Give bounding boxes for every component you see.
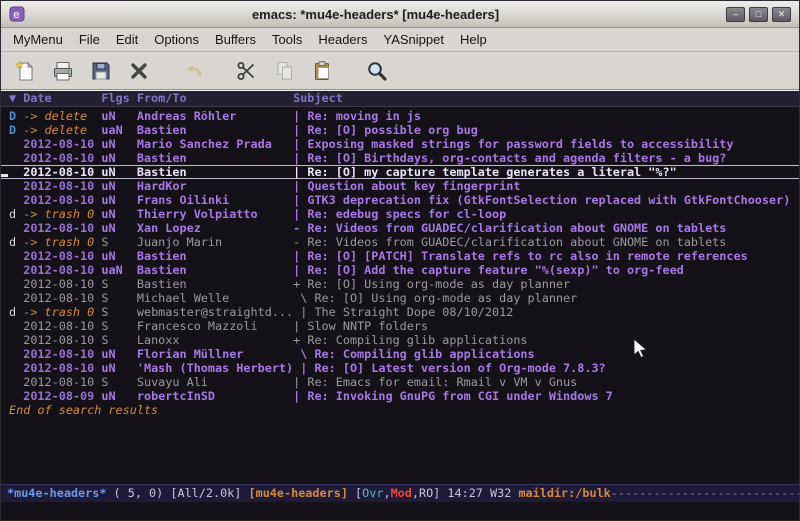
- headers-header-line[interactable]: ▼ Date Flgs From/To Subject: [1, 91, 799, 107]
- paste-button[interactable]: [307, 56, 339, 86]
- message-row[interactable]: 2012-08-10 uN 'Mash (Thomas Herbert) | R…: [1, 361, 799, 375]
- message-row[interactable]: d -> trash 0 uN Thierry Volpiatto | Re: …: [1, 207, 799, 221]
- mode-line-segment: *mu4e-headers*: [7, 486, 106, 500]
- new-file-button[interactable]: [9, 56, 41, 86]
- message-row[interactable]: D -> delete uN Andreas Röhler | Re: movi…: [1, 109, 799, 123]
- window-buttons: –□ ✕: [726, 7, 791, 22]
- menu-help[interactable]: Help: [452, 30, 495, 49]
- menu-yasnippet[interactable]: YASnippet: [375, 30, 451, 49]
- save-button[interactable]: [85, 56, 117, 86]
- mode-line-segment: Mod: [391, 486, 412, 500]
- message-row[interactable]: D -> delete uaN Bastien | Re: [O] possib…: [1, 123, 799, 137]
- undo-button[interactable]: [177, 56, 209, 86]
- menu-headers[interactable]: Headers: [310, 30, 375, 49]
- mode-line-segment: ----------------------------------------…: [611, 486, 799, 500]
- copy-icon: [274, 60, 296, 82]
- menu-mymenu[interactable]: MyMenu: [5, 30, 71, 49]
- mode-line: *mu4e-headers* ( 5, 0) [All/2.0k] [mu4e-…: [1, 484, 799, 502]
- message-row[interactable]: 2012-08-10 S Francesco Mazzoli | Slow NN…: [1, 319, 799, 333]
- undo-icon: [182, 60, 204, 82]
- copy-button[interactable]: [269, 56, 301, 86]
- window-icon: e: [9, 6, 25, 22]
- message-row[interactable]: 2012-08-10 uN Frans Oilinki | GTK3 depre…: [1, 193, 799, 207]
- menu-edit[interactable]: Edit: [108, 30, 146, 49]
- end-of-search-results: End of search results: [1, 403, 799, 417]
- screen: e emacs: *mu4e-headers* [mu4e-headers] –…: [0, 0, 800, 521]
- mode-line-segment: [: [348, 486, 362, 500]
- search-button[interactable]: [361, 56, 393, 86]
- svg-text:e: e: [13, 9, 19, 21]
- new-file-icon: [14, 60, 36, 82]
- mode-line-segment: ,RO]: [412, 486, 440, 500]
- message-row[interactable]: d -> trash 0 S webmaster@straightd... | …: [1, 305, 799, 319]
- message-row[interactable]: 2012-08-10 S Michael Welle \ Re: [O] Usi…: [1, 291, 799, 305]
- mode-line-segment: ( 5, 0) [All/2.0k]: [106, 486, 248, 500]
- emacs-frame: ▼ Date Flgs From/To Subject D -> delete …: [1, 90, 799, 520]
- message-row[interactable]: 2012-08-10 uN Bastien | Re: [O] [PATCH] …: [1, 249, 799, 263]
- message-row[interactable]: 2012-08-10 uN Florian Müllner \ Re: Comp…: [1, 347, 799, 361]
- message-row[interactable]: 2012-08-10 S Lanoxx + Re: Compiling glib…: [1, 333, 799, 347]
- message-row[interactable]: 2012-08-10 S Bastien + Re: [O] Using org…: [1, 277, 799, 291]
- mode-line-segment: maildir:/bulk: [518, 486, 610, 500]
- message-row[interactable]: 2012-08-10 uN HardKor | Question about k…: [1, 179, 799, 193]
- menu-bar: MyMenuFileEditOptionsBuffersToolsHeaders…: [1, 28, 799, 52]
- message-row[interactable]: 2012-08-10 S Suvayu Ali | Re: Emacs for …: [1, 375, 799, 389]
- message-row[interactable]: 2012-08-10 uN Bastien | Re: [O] my captu…: [1, 165, 799, 179]
- maximize-button[interactable]: □: [749, 7, 768, 22]
- close-button[interactable]: ✕: [772, 7, 791, 22]
- minimize-button[interactable]: –: [726, 7, 745, 22]
- message-row[interactable]: d -> trash 0 S Juanjo Marin - Re: Videos…: [1, 235, 799, 249]
- save-icon: [90, 60, 112, 82]
- message-row[interactable]: 2012-08-10 uaN Bastien | Re: [O] Add the…: [1, 263, 799, 277]
- message-row[interactable]: 2012-08-10 uN Xan Lopez - Re: Videos fro…: [1, 221, 799, 235]
- menu-buffers[interactable]: Buffers: [207, 30, 264, 49]
- message-list: D -> delete uN Andreas Röhler | Re: movi…: [1, 107, 799, 484]
- cut-icon: [236, 60, 258, 82]
- emacs-window: e emacs: *mu4e-headers* [mu4e-headers] –…: [0, 0, 800, 521]
- mode-line-segment: [mu4e-headers]: [248, 486, 347, 500]
- mode-line-segment: 14:27 W32: [440, 486, 518, 500]
- close-buffer-icon: [128, 60, 150, 82]
- message-row[interactable]: 2012-08-10 uN Bastien | Re: [O] Birthday…: [1, 151, 799, 165]
- tool-bar: [1, 52, 799, 90]
- message-row[interactable]: 2012-08-09 uN robertcInSD | Re: Invoking…: [1, 389, 799, 403]
- minibuffer[interactable]: [1, 502, 799, 520]
- mode-line-segment: ,: [383, 486, 390, 500]
- menu-tools[interactable]: Tools: [264, 30, 310, 49]
- paste-icon: [312, 60, 334, 82]
- menu-options[interactable]: Options: [146, 30, 207, 49]
- close-buffer-button[interactable]: [123, 56, 155, 86]
- search-icon: [366, 60, 388, 82]
- message-row[interactable]: 2012-08-10 uN Mario Sanchez Prada | Expo…: [1, 137, 799, 151]
- title-bar[interactable]: e emacs: *mu4e-headers* [mu4e-headers] –…: [1, 1, 799, 28]
- print-icon: [52, 60, 74, 82]
- mode-line-segment: Ovr: [362, 486, 383, 500]
- window-title: emacs: *mu4e-headers* [mu4e-headers]: [31, 7, 720, 22]
- print-button[interactable]: [47, 56, 79, 86]
- menu-file[interactable]: File: [71, 30, 108, 49]
- cut-button[interactable]: [231, 56, 263, 86]
